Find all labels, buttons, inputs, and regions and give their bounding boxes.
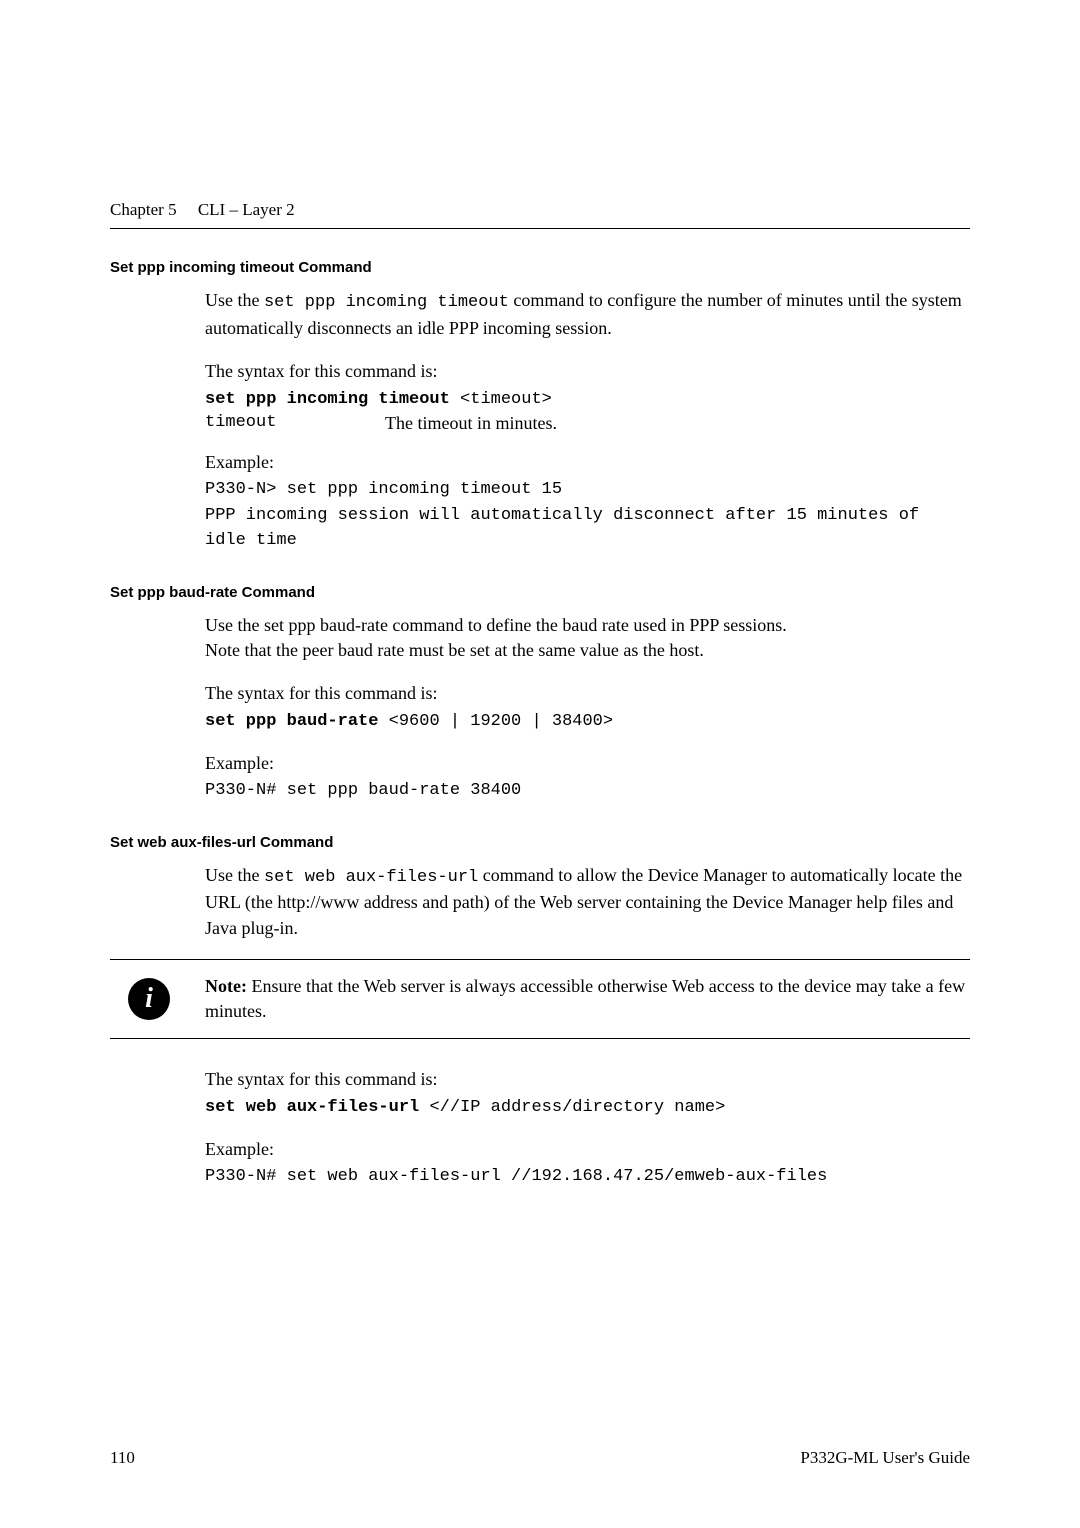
section-heading-ppp-baudrate: Set ppp baud-rate Command <box>110 584 970 601</box>
example-label-s3: Example: <box>205 1139 970 1160</box>
note-box: i Note: Ensure that the Web server is al… <box>110 959 970 1039</box>
content-block-s3-body: The syntax for this command is: set web … <box>205 1067 970 1190</box>
note-text: Note: Ensure that the Web server is alwa… <box>205 974 970 1024</box>
syntax-line-s3: set web aux-files-url <//IP address/dire… <box>205 1092 970 1121</box>
intro-paragraph-s1: Use the set ppp incoming timeout command… <box>205 288 970 341</box>
content-block-s3-intro: Use the set web aux-files-url command to… <box>205 863 970 941</box>
example-output-s2: P330-N# set ppp baud-rate 38400 <box>205 778 970 804</box>
content-block-s2: Use the set ppp baud-rate command to def… <box>205 613 970 804</box>
syntax-line-s1: set ppp incoming timeout <timeout> <box>205 384 970 413</box>
page-footer: 110 P332G-ML User's Guide <box>110 1448 970 1468</box>
example-output-s1-line1: P330-N> set ppp incoming timeout 15 <box>205 477 970 503</box>
example-output-s3: P330-N# set web aux-files-url //192.168.… <box>205 1164 970 1190</box>
info-icon: i <box>128 978 170 1020</box>
param-row-s1: timeout The timeout in minutes. <box>205 413 970 434</box>
guide-name: P332G-ML User's Guide <box>800 1448 970 1468</box>
syntax-line-s2: set ppp baud-rate <9600 | 19200 | 38400> <box>205 706 970 735</box>
page-number: 110 <box>110 1448 135 1468</box>
syntax-label-s3: The syntax for this command is: <box>205 1067 970 1092</box>
content-block-s1: Use the set ppp incoming timeout command… <box>205 288 970 554</box>
intro-paragraph-s3: Use the set web aux-files-url command to… <box>205 863 970 941</box>
param-desc-timeout: The timeout in minutes. <box>385 413 557 434</box>
page-header: Chapter 5 CLI – Layer 2 <box>110 200 970 229</box>
syntax-label-s1: The syntax for this command is: <box>205 359 970 384</box>
chapter-label: Chapter 5 CLI – Layer 2 <box>110 200 295 219</box>
example-output-s1-line2: PPP incoming session will automatically … <box>205 503 970 554</box>
param-name-timeout: timeout <box>205 413 385 434</box>
syntax-label-s2: The syntax for this command is: <box>205 681 970 706</box>
section-heading-ppp-timeout: Set ppp incoming timeout Command <box>110 259 970 276</box>
section-heading-web-aux: Set web aux-files-url Command <box>110 834 970 851</box>
example-label-s2: Example: <box>205 753 970 774</box>
s2-para1: Use the set ppp baud-rate command to def… <box>205 613 970 638</box>
example-label-s1: Example: <box>205 452 970 473</box>
s2-para2: Note that the peer baud rate must be set… <box>205 638 970 663</box>
